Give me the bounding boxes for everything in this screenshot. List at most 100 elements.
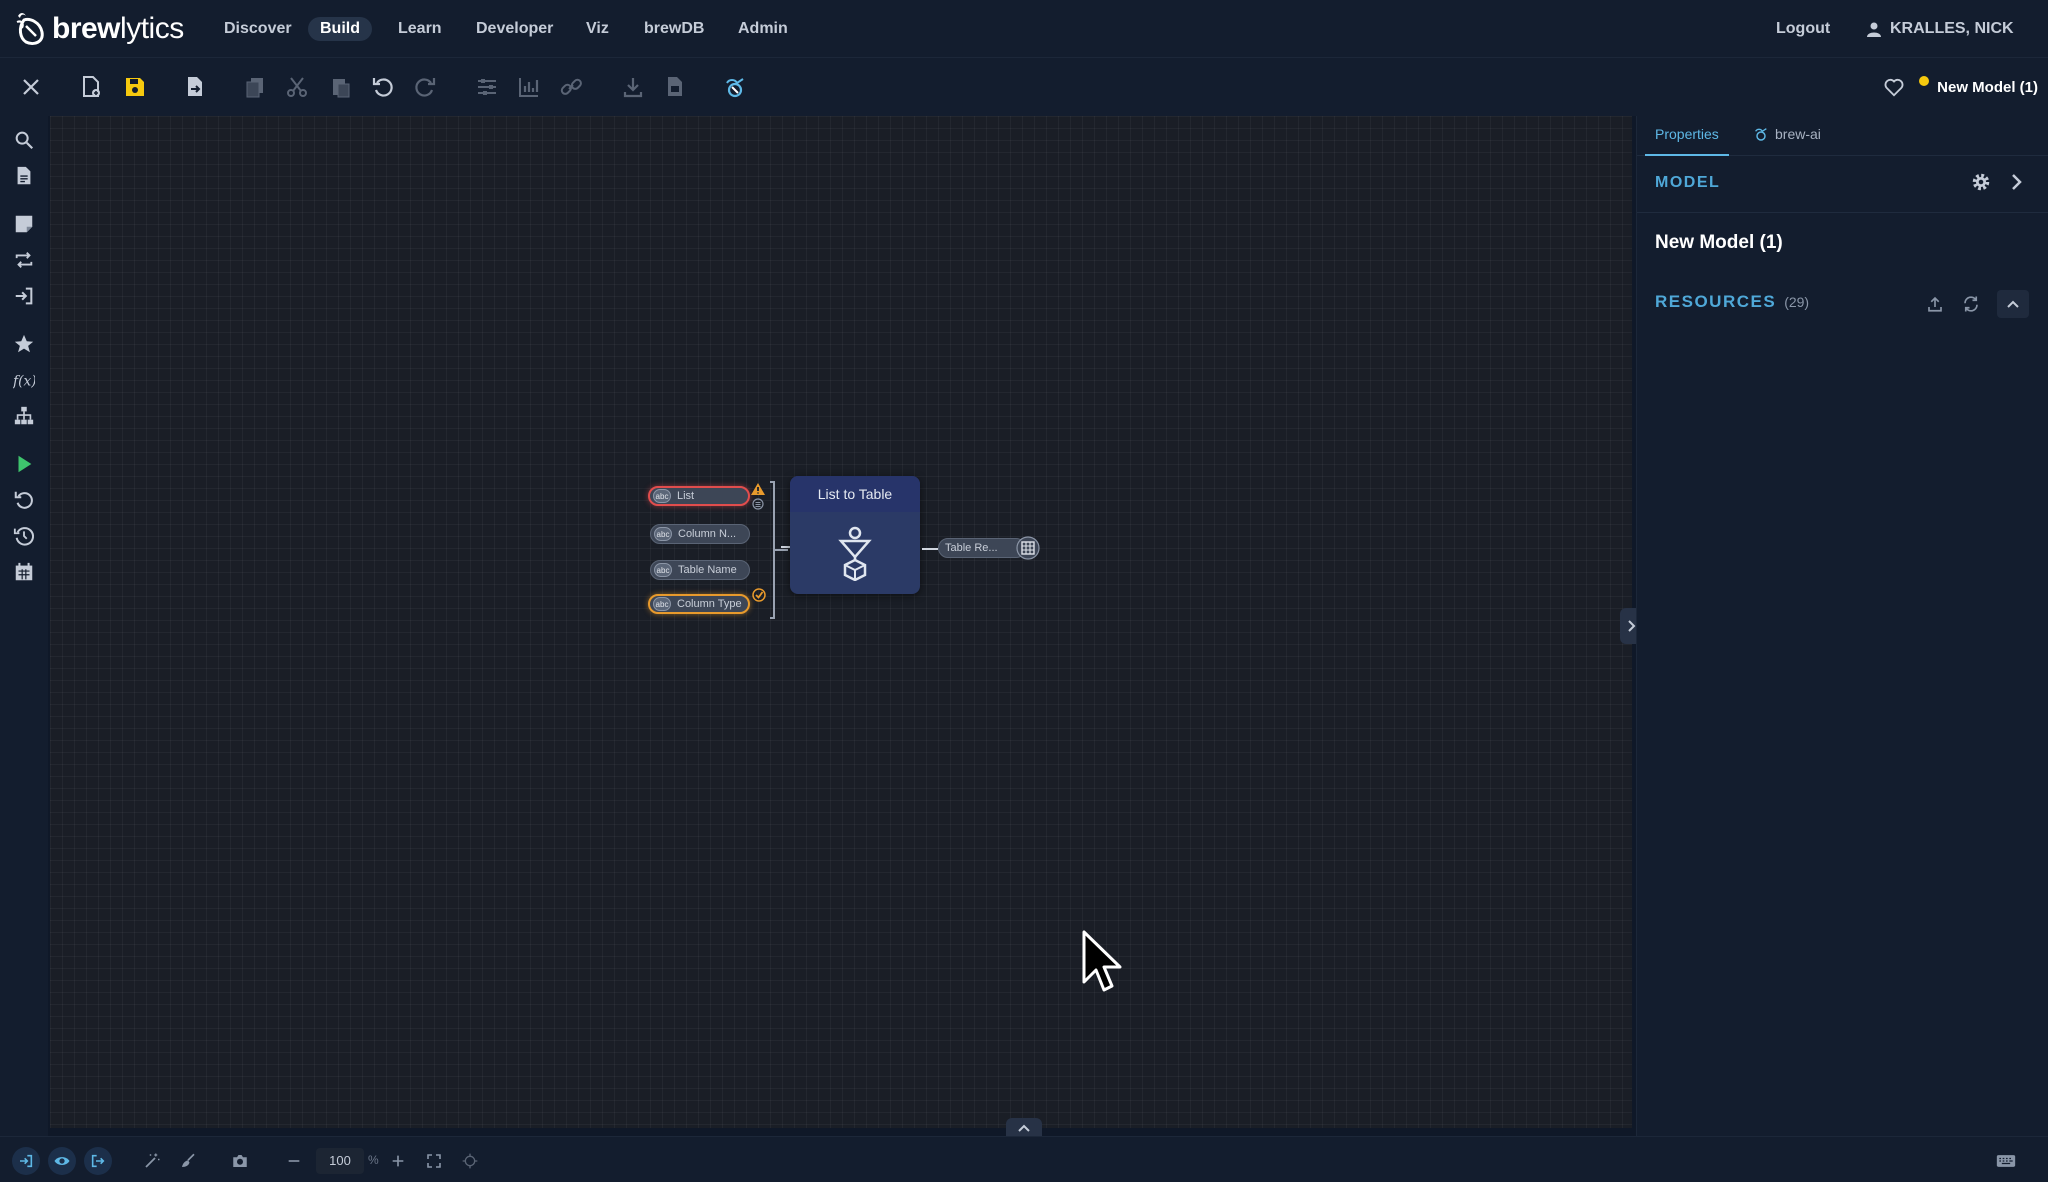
chart-icon[interactable] <box>514 72 544 102</box>
logout-icon[interactable] <box>84 1147 112 1175</box>
chevron-right-icon <box>1628 620 1636 632</box>
model-status: New Model (1) <box>1919 76 2038 96</box>
panel-tabs: Properties brew-ai <box>1637 116 2048 156</box>
port-label: Column Type <box>677 598 742 610</box>
output-connector-icon[interactable] <box>920 544 940 554</box>
node-title: List to Table <box>790 476 920 512</box>
logo-text: brewlytics <box>52 12 184 45</box>
node-body <box>790 512 920 594</box>
tab-properties[interactable]: Properties <box>1645 126 1729 156</box>
hierarchy-icon[interactable] <box>10 402 38 430</box>
port-label: Column N... <box>678 528 737 540</box>
chevron-up-icon[interactable] <box>1997 290 2029 318</box>
new-file-icon[interactable] <box>76 72 106 102</box>
sliders-icon[interactable] <box>472 72 502 102</box>
model-canvas[interactable]: abc List abc Column N... abc Table Name … <box>50 116 1632 1128</box>
paste-icon[interactable] <box>326 72 356 102</box>
cut-icon[interactable] <box>282 72 312 102</box>
expand-bottom-tab[interactable] <box>1006 1118 1042 1138</box>
nav-viz[interactable]: Viz <box>574 17 621 41</box>
undo-icon[interactable] <box>368 72 398 102</box>
play-icon[interactable] <box>10 450 38 478</box>
star-icon[interactable] <box>10 330 38 358</box>
model-title: New Model (1) <box>1937 78 2038 96</box>
list-to-table-node[interactable]: List to Table <box>790 476 920 594</box>
loop-icon[interactable] <box>10 246 38 274</box>
close-icon[interactable] <box>16 72 46 102</box>
save-icon[interactable] <box>120 72 150 102</box>
model-toolbar: New Model (1) <box>0 58 2048 116</box>
redo-icon[interactable] <box>410 72 440 102</box>
link-icon[interactable] <box>556 72 586 102</box>
svg-text:f(x): f(x) <box>13 374 35 390</box>
resources-count: (29) <box>1784 294 1810 310</box>
unsaved-status-dot <box>1919 76 1930 86</box>
history-icon[interactable] <box>10 522 38 550</box>
import-icon[interactable] <box>180 72 210 102</box>
resources-heading[interactable]: RESOURCES (29) <box>1655 292 1809 312</box>
tab-properties-label: Properties <box>1655 126 1719 142</box>
nav-build[interactable]: Build <box>308 17 372 41</box>
top-navigation-bar: brewlytics Discover Build Learn Develope… <box>0 0 2048 58</box>
port-label: Table Re... <box>945 542 998 554</box>
input-port-column-type[interactable]: abc Column Type <box>648 594 750 614</box>
nav-discover[interactable]: Discover <box>212 17 304 41</box>
broom-icon[interactable] <box>174 1147 202 1175</box>
nav-learn[interactable]: Learn <box>386 17 454 41</box>
camera-icon[interactable] <box>226 1147 254 1175</box>
model-name: New Model (1) <box>1655 232 1783 253</box>
logout-link[interactable]: Logout <box>1776 17 1830 41</box>
input-port-list[interactable]: abc List <box>648 486 750 506</box>
resources-label: RESOURCES <box>1655 292 1777 311</box>
sticky-note-icon[interactable] <box>10 210 38 238</box>
warning-icon <box>751 483 765 495</box>
chevron-right-icon[interactable] <box>2003 168 2031 196</box>
port-type-icon: abc <box>653 597 671 611</box>
zoom-unit: % <box>368 1153 379 1167</box>
fit-screen-icon[interactable] <box>420 1147 448 1175</box>
favorite-heart-icon[interactable] <box>1883 76 1905 98</box>
chevron-up-icon <box>1018 1124 1030 1132</box>
copy-icon[interactable] <box>240 72 270 102</box>
refresh-icon[interactable] <box>1957 290 1985 318</box>
keyboard-icon[interactable] <box>1992 1147 2020 1175</box>
properties-panel: Properties brew-ai MODEL New Model (1) R… <box>1636 116 2048 1136</box>
nav-admin[interactable]: Admin <box>726 17 800 41</box>
upload-icon[interactable] <box>1921 290 1949 318</box>
port-type-icon: abc <box>654 527 672 541</box>
search-icon[interactable] <box>10 126 38 154</box>
logo-icon <box>16 13 44 46</box>
bottom-toolbar: 100 % <box>0 1136 2048 1182</box>
function-icon[interactable]: f(x) <box>10 366 38 394</box>
document-icon[interactable] <box>10 162 38 190</box>
center-target-icon[interactable] <box>456 1147 484 1175</box>
nav-brewdb[interactable]: brewDB <box>632 17 716 41</box>
input-port-column-names[interactable]: abc Column N... <box>650 524 750 544</box>
gear-icon[interactable] <box>1967 168 1995 196</box>
download-icon[interactable] <box>618 72 648 102</box>
brewlytics-logo[interactable]: brewlytics <box>14 10 184 48</box>
magic-wand-icon[interactable] <box>138 1147 166 1175</box>
toolbar-right: New Model (1) <box>1883 72 2038 102</box>
nav-developer[interactable]: Developer <box>464 17 565 41</box>
zoom-in-icon[interactable] <box>384 1147 412 1175</box>
brew-ai-icon[interactable] <box>720 72 750 102</box>
calendar-icon[interactable] <box>10 558 38 586</box>
input-port-table-name[interactable]: abc Table Name <box>650 560 750 580</box>
reset-icon[interactable] <box>10 486 38 514</box>
brew-ai-icon <box>1755 128 1767 141</box>
zoom-out-icon[interactable] <box>280 1147 308 1175</box>
port-label: Table Name <box>678 564 737 576</box>
document-icon[interactable] <box>660 72 690 102</box>
user-name: KRALLES, NICK <box>1890 20 2014 37</box>
zoom-level-input[interactable]: 100 <box>316 1148 364 1174</box>
login-icon[interactable] <box>12 1147 40 1175</box>
model-heading: MODEL <box>1655 174 1721 191</box>
eye-icon[interactable] <box>48 1147 76 1175</box>
output-port-table-result[interactable]: Table Re... <box>938 538 1026 558</box>
tab-brew-ai[interactable]: brew-ai <box>1743 126 1831 156</box>
login-icon[interactable] <box>10 282 38 310</box>
user-menu[interactable]: KRALLES, NICK <box>1866 17 2014 41</box>
user-icon <box>1867 22 1881 37</box>
left-sidebar: f(x) <box>0 116 48 1136</box>
